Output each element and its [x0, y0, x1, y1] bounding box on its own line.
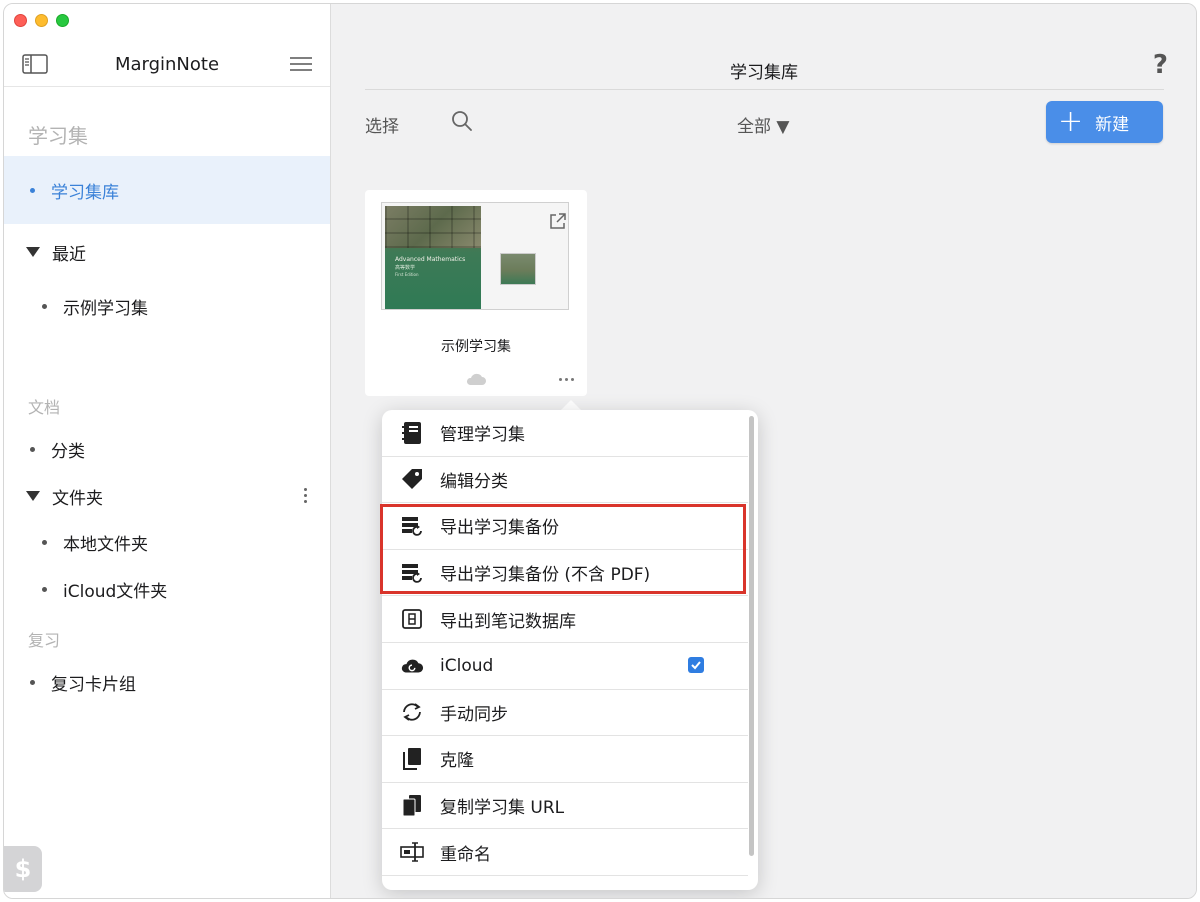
menu-item-label: 编辑分类	[440, 471, 508, 492]
more-options-icon[interactable]	[559, 378, 574, 381]
hamburger-menu-icon[interactable]	[290, 56, 312, 72]
context-menu: 管理学习集 编辑分类 导出学习集备份 导出学习集备份 (不含 PDF) 导出到笔…	[382, 410, 758, 890]
bullet-icon	[30, 679, 35, 685]
plus-icon: +	[1058, 104, 1084, 139]
menu-item-rename[interactable]: 重命名	[382, 829, 748, 876]
sidebar-item-categories[interactable]: 分类	[4, 425, 330, 473]
database-icon	[400, 607, 424, 631]
search-icon[interactable]	[450, 109, 474, 133]
sidebar-item-icloud-folder[interactable]: iCloud文件夹	[4, 565, 330, 613]
menu-item-edit-category[interactable]: 编辑分类	[382, 457, 748, 504]
menu-item-export-backup[interactable]: 导出学习集备份	[382, 503, 748, 550]
notebook-icon	[400, 421, 424, 445]
book-subtitle: 高等数学	[395, 265, 416, 271]
book-cover-image: Advanced Mathematics 高等数学 First Edition	[385, 206, 481, 309]
sidebar-item-label: 文件夹	[52, 488, 103, 509]
menu-item-label: 重命名	[440, 844, 491, 865]
new-button-label: 新建	[1095, 114, 1130, 135]
sidebar-item-label: 最近	[52, 244, 86, 265]
sidebar-item-library[interactable]: 学习集库	[4, 156, 330, 224]
section-heading-study: 学习集	[28, 124, 88, 148]
sidebar-item-label: iCloud文件夹	[63, 581, 168, 602]
open-external-icon[interactable]	[548, 211, 568, 231]
export-backup-icon	[400, 514, 424, 538]
sidebar-item-recent[interactable]: 最近	[4, 228, 330, 276]
icloud-icon	[400, 654, 424, 678]
page-thumbnail	[500, 253, 536, 285]
sync-icon	[400, 700, 424, 724]
disclosure-triangle-icon[interactable]	[26, 247, 40, 257]
menu-item-export-to-database[interactable]: 导出到笔记数据库	[382, 596, 748, 643]
study-set-card[interactable]: Advanced Mathematics 高等数学 First Edition …	[365, 190, 587, 396]
zoom-window-button[interactable]	[56, 14, 69, 27]
sidebar-item-sample-set[interactable]: 示例学习集	[4, 282, 330, 330]
checkbox-checked-icon[interactable]	[688, 657, 704, 673]
stone-wall-image	[385, 206, 481, 248]
bullet-icon	[30, 446, 35, 452]
export-backup-icon	[400, 561, 424, 585]
section-heading-docs: 文档	[28, 398, 61, 417]
clone-icon	[400, 747, 424, 771]
sidebar-divider	[4, 86, 330, 87]
bullet-icon	[42, 539, 47, 545]
book-title: Advanced Mathematics	[395, 256, 466, 263]
menu-item-label: 导出到笔记数据库	[440, 611, 576, 632]
tag-icon	[400, 467, 424, 491]
toolbar-divider	[365, 89, 1164, 90]
sidebar-item-label: 复习卡片组	[51, 674, 136, 695]
menu-scrollbar[interactable]	[749, 416, 754, 856]
bullet-icon	[42, 586, 47, 592]
menu-item-label: 导出学习集备份	[440, 518, 559, 539]
menu-item-label: 导出学习集备份 (不含 PDF)	[440, 565, 651, 586]
minimize-window-button[interactable]	[35, 14, 48, 27]
page-title: 学习集库	[730, 63, 798, 83]
bullet-icon	[30, 187, 35, 193]
menu-item-manage-set[interactable]: 管理学习集	[382, 410, 748, 457]
menu-item-label: 复制学习集 URL	[440, 798, 565, 819]
menu-item-label: 手动同步	[440, 704, 508, 725]
disclosure-triangle-icon[interactable]	[26, 491, 40, 501]
close-window-button[interactable]	[14, 14, 27, 27]
bullet-icon	[42, 303, 47, 309]
sidebar-item-label: 示例学习集	[63, 298, 148, 319]
sidebar-item-local-folder[interactable]: 本地文件夹	[4, 518, 330, 566]
cloud-icon	[466, 373, 486, 385]
section-heading-review: 复习	[28, 631, 61, 650]
sidebar-item-label: 学习集库	[51, 182, 119, 203]
menu-item-label: iCloud	[440, 655, 494, 676]
menu-item-copy-url[interactable]: 复制学习集 URL	[382, 783, 748, 830]
purchase-button[interactable]: $	[4, 846, 42, 892]
more-vertical-icon[interactable]	[304, 488, 308, 504]
filter-dropdown[interactable]: 全部 ▼	[737, 112, 789, 137]
select-button[interactable]: 选择	[365, 112, 399, 137]
new-button[interactable]: + 新建	[1046, 101, 1163, 143]
sidebar-item-review-decks[interactable]: 复习卡片组	[4, 658, 330, 706]
sidebar: MarginNote 学习集 学习集库 最近 示例学习集 文档 分类 文件夹 本…	[4, 4, 331, 898]
sidebar-item-label: 本地文件夹	[63, 534, 148, 555]
book-edition: First Edition	[395, 272, 419, 277]
copy-icon	[400, 794, 424, 818]
app-title: MarginNote	[114, 54, 220, 75]
menu-item-clone[interactable]: 克隆	[382, 736, 748, 783]
study-set-title: 示例学习集	[441, 339, 511, 355]
window-controls	[14, 14, 69, 27]
sidebar-item-folders[interactable]: 文件夹	[4, 472, 330, 520]
app-window: MarginNote 学习集 学习集库 最近 示例学习集 文档 分类 文件夹 本…	[3, 3, 1197, 899]
menu-item-label: 管理学习集	[440, 425, 525, 446]
help-icon[interactable]: ?	[1153, 50, 1168, 80]
menu-item-icloud[interactable]: iCloud	[382, 643, 748, 690]
menu-item-label: 克隆	[440, 751, 474, 772]
study-set-cover[interactable]: Advanced Mathematics 高等数学 First Edition	[381, 202, 569, 310]
rename-icon	[400, 840, 424, 864]
menu-item-export-backup-no-pdf[interactable]: 导出学习集备份 (不含 PDF)	[382, 550, 748, 597]
sidebar-item-label: 分类	[51, 441, 85, 462]
sidebar-header: MarginNote	[4, 48, 330, 88]
menu-item-manual-sync[interactable]: 手动同步	[382, 690, 748, 737]
